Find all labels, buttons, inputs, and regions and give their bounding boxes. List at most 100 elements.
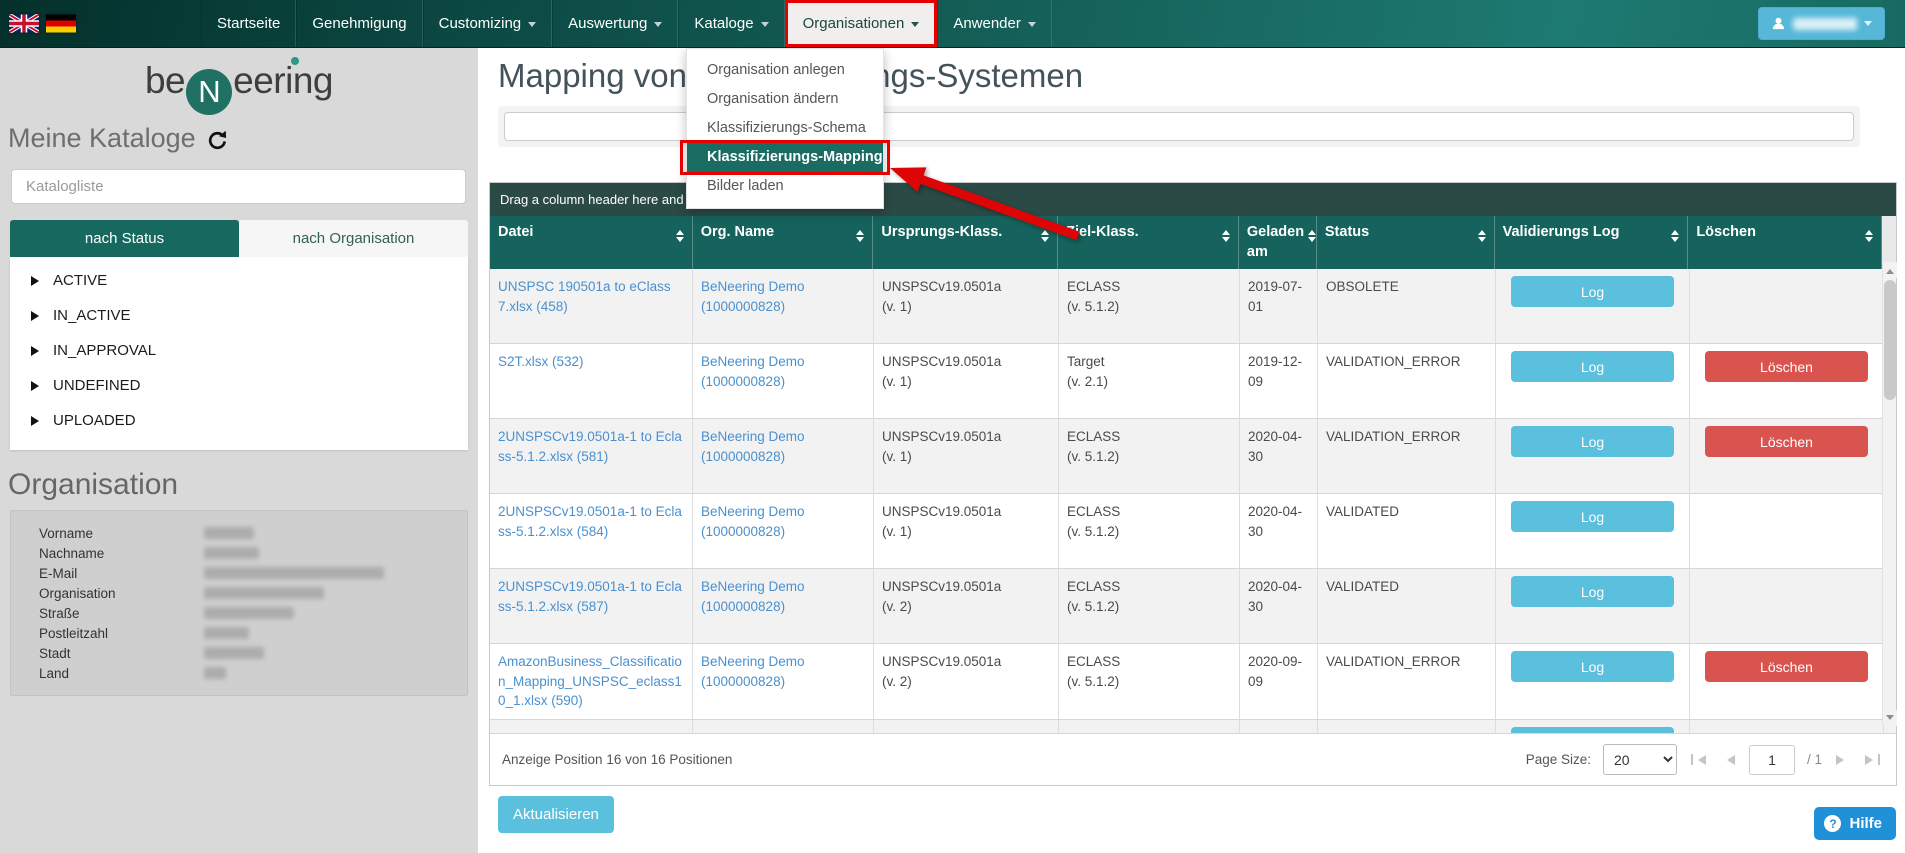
org-link[interactable]: BeNeering Demo (1000000828) (693, 344, 874, 418)
cell-loeschen: Löschen (1690, 644, 1884, 719)
cell-validierungs-log (1496, 720, 1690, 733)
sidebar: beNeering Meine Kataloge nach Statusnach… (0, 48, 478, 853)
table-header-row: DateiOrg. NameUrsprungs-Klass.Ziel-Klass… (490, 216, 1896, 269)
menu-item-bilder-laden[interactable]: Bilder laden (687, 172, 883, 201)
sort-icon[interactable] (676, 226, 684, 246)
org-link[interactable]: BeNeering Demo (1000000828) (693, 269, 874, 343)
column-header-ursprungs-klass-[interactable]: Ursprungs-Klass. (873, 216, 1058, 269)
sort-icon[interactable] (1671, 226, 1679, 246)
page-number-input[interactable] (1749, 745, 1795, 775)
hilfe-label: Hilfe (1849, 815, 1882, 832)
beneering-logo: beNeering (0, 60, 478, 115)
nav-item-customizing[interactable]: Customizing (423, 0, 553, 47)
user-name-redacted (1793, 18, 1857, 30)
uk-flag-icon[interactable] (9, 14, 39, 33)
cell-geladen_am: 2019-07-01 (1240, 269, 1318, 343)
top-navigation: StartseiteGenehmigungCustomizingAuswertu… (0, 0, 1905, 48)
catalog-filter-input[interactable] (11, 169, 466, 204)
org-field-label: Stadt (39, 646, 204, 661)
org-field-label: Nachname (39, 546, 204, 561)
tab-nach-organisation[interactable]: nach Organisation (239, 220, 468, 257)
sort-icon[interactable] (1222, 226, 1230, 246)
nav-item-organisationen[interactable]: Organisationen (785, 0, 938, 47)
scroll-down-icon[interactable] (1883, 710, 1897, 726)
datei-link[interactable]: UNSPSC 190501a to eClass 7.xlsx (458) (490, 269, 693, 343)
datei-link[interactable]: S2T.xlsx (532) (490, 344, 693, 418)
menu-item-organisation-anlegen[interactable]: Organisation anlegen (687, 56, 883, 85)
expand-arrow-icon (31, 381, 44, 391)
log-button[interactable]: Log (1511, 351, 1674, 382)
column-header-ziel-klass-[interactable]: Ziel-Klass. (1058, 216, 1239, 269)
column-header-datei[interactable]: Datei (490, 216, 693, 269)
hilfe-button[interactable]: ? Hilfe (1814, 807, 1896, 840)
table-row-partial (490, 720, 1896, 733)
org-field-value-redacted (204, 587, 324, 599)
scrollbar-thumb[interactable] (1884, 280, 1896, 400)
user-menu-button[interactable] (1758, 7, 1885, 40)
log-button[interactable]: Log (1511, 276, 1674, 307)
delete-button[interactable]: Löschen (1705, 426, 1868, 457)
menu-item-klassifizierungs-mapping[interactable]: Klassifizierungs-Mapping (687, 143, 883, 172)
german-flag-icon[interactable] (46, 14, 76, 33)
delete-button[interactable]: Löschen (1705, 651, 1868, 682)
log-button[interactable]: Log (1511, 576, 1674, 607)
org-link[interactable]: BeNeering Demo (1000000828) (693, 644, 874, 719)
tab-nach-status[interactable]: nach Status (10, 220, 239, 257)
nav-item-label: Kataloge (694, 15, 753, 32)
pager-last-button[interactable] (1863, 752, 1882, 767)
sort-icon[interactable] (1478, 226, 1486, 246)
cell-validierungs-log: Log (1496, 344, 1690, 418)
column-header-l-schen[interactable]: Löschen (1688, 216, 1882, 269)
nav-item-auswertung[interactable]: Auswertung (552, 0, 678, 47)
scroll-up-icon[interactable] (1883, 262, 1897, 278)
nav-item-startseite[interactable]: Startseite (201, 0, 296, 47)
table-scrollbar[interactable] (1882, 262, 1896, 726)
log-button[interactable]: Log (1511, 426, 1674, 457)
nav-item-label: Organisationen (803, 15, 905, 32)
status-item-active[interactable]: ACTIVE (10, 263, 468, 298)
org-field-value-redacted (204, 667, 226, 679)
menu-item-organisation-ndern[interactable]: Organisation ändern (687, 85, 883, 114)
nav-item-kataloge[interactable]: Kataloge (678, 0, 784, 47)
page-size-select[interactable]: 20 (1603, 744, 1677, 775)
nav-item-genehmigung[interactable]: Genehmigung (296, 0, 422, 47)
aktualisieren-button[interactable]: Aktualisieren (498, 796, 614, 833)
log-button[interactable]: Log (1511, 651, 1674, 682)
datei-link[interactable]: 2UNSPSCv19.0501a-1 to Eclass-5.1.2.xlsx … (490, 494, 693, 568)
status-item-in_active[interactable]: IN_ACTIVE (10, 298, 468, 333)
org-link[interactable]: BeNeering Demo (1000000828) (693, 569, 874, 643)
cell-validierungs-log: Log (1496, 644, 1690, 719)
status-item-undefined[interactable]: UNDEFINED (10, 368, 468, 403)
org-link[interactable]: BeNeering Demo (1000000828) (693, 494, 874, 568)
cell-ziel_klass: ECLASS (v. 5.1.2) (1059, 269, 1240, 343)
org-field-value-redacted (204, 607, 294, 619)
org-field-label: Postleitzahl (39, 626, 204, 641)
datei-link[interactable]: 2UNSPSCv19.0501a-1 to Eclass-5.1.2.xlsx … (490, 569, 693, 643)
menu-item-klassifizierungs-schema[interactable]: Klassifizierungs-Schema (687, 114, 883, 143)
datei-link[interactable]: AmazonBusiness_Classification_Mapping_UN… (490, 644, 693, 719)
column-header-status[interactable]: Status (1317, 216, 1495, 269)
sort-icon[interactable] (1041, 226, 1049, 246)
datei-link[interactable]: 2UNSPSCv19.0501a-1 to Eclass-5.1.2.xlsx … (490, 419, 693, 493)
sort-icon[interactable] (856, 226, 864, 246)
status-item-in_approval[interactable]: IN_APPROVAL (10, 333, 468, 368)
cell-validierungs-log: Log (1496, 419, 1690, 493)
org-link[interactable]: BeNeering Demo (1000000828) (693, 419, 874, 493)
org-field-value-redacted (204, 567, 384, 579)
column-header-validierungs-log[interactable]: Validierungs Log (1495, 216, 1689, 269)
nav-item-anwender[interactable]: Anwender (937, 0, 1052, 47)
column-header-geladen-am[interactable]: Geladen am (1239, 216, 1317, 269)
log-button[interactable]: Log (1511, 501, 1674, 532)
refresh-icon[interactable] (206, 129, 229, 152)
status-item-uploaded[interactable]: UPLOADED (10, 403, 468, 438)
org-field-row: E-Mail (11, 563, 467, 583)
my-catalogs-heading: Meine Kataloge (8, 123, 478, 154)
pager-first-button[interactable] (1689, 752, 1708, 767)
sort-icon[interactable] (1865, 226, 1873, 246)
pager-next-button[interactable] (1834, 753, 1851, 767)
pager-prev-button[interactable] (1720, 753, 1737, 767)
log-button[interactable] (1511, 727, 1674, 733)
sort-icon[interactable] (1308, 226, 1316, 246)
column-header-org-name[interactable]: Org. Name (693, 216, 874, 269)
delete-button[interactable]: Löschen (1705, 351, 1868, 382)
